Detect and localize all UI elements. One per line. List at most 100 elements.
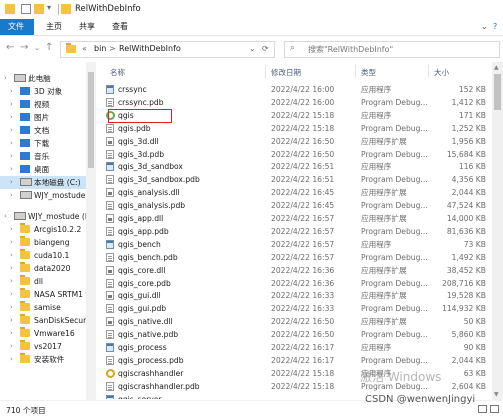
breadcrumb-overflow[interactable]: « bbox=[82, 44, 87, 53]
expand-chevron-icon[interactable]: › bbox=[10, 314, 13, 327]
file-row[interactable]: qgis_app.dll 2022/4/22 16:57 应用程序扩展 14,000 … bbox=[100, 212, 492, 225]
file-row[interactable]: qgis.pdb 2022/4/22 15:18 Program Debug... 1… bbox=[100, 122, 492, 135]
file-row[interactable]: qgis_app.pdb 2022/4/22 16:57 Program Debug… bbox=[100, 225, 492, 238]
file-row[interactable]: qgis_analysis.dll 2022/4/22 16:45 应用程序扩展 2,… bbox=[100, 186, 492, 199]
expand-chevron-icon[interactable]: › bbox=[10, 327, 13, 340]
expand-chevron-icon[interactable]: › bbox=[4, 210, 7, 223]
nav-item[interactable]: › Arcgis10.2.2 bbox=[0, 223, 95, 236]
file-list-scrollbar[interactable] bbox=[492, 62, 503, 400]
nav-item[interactable]: › 安装软件 bbox=[0, 353, 95, 366]
nav-item[interactable]: › 视频 bbox=[0, 98, 95, 111]
large-icons-view-icon[interactable] bbox=[490, 405, 499, 413]
nav-scrollbar-thumb[interactable] bbox=[88, 72, 94, 168]
nav-item[interactable]: › 本地磁盘 (C:) bbox=[0, 176, 95, 189]
nav-item[interactable]: › NASA SRTM1 v bbox=[0, 288, 95, 301]
nav-item[interactable]: › data2020 bbox=[0, 262, 95, 275]
file-row[interactable]: qgis_analysis.pdb 2022/4/22 16:45 Program … bbox=[100, 199, 492, 212]
file-row[interactable]: qgis_process.pdb 2022/4/22 16:17 Program D… bbox=[100, 354, 492, 367]
details-view-icon[interactable] bbox=[478, 405, 487, 413]
nav-item[interactable]: › 桌面 bbox=[0, 163, 95, 176]
tab-view[interactable]: 查看 bbox=[104, 19, 136, 35]
file-row[interactable]: qgis_core.dll 2022/4/22 16:36 应用程序扩展 38,452… bbox=[100, 264, 492, 277]
file-row[interactable]: qgis_3d_sandbox.pdb 2022/4/22 16:51 Progra… bbox=[100, 173, 492, 186]
help-icon[interactable]: ? bbox=[493, 22, 497, 31]
file-row[interactable]: qgis_3d.pdb 2022/4/22 16:50 Program Debug.… bbox=[100, 148, 492, 161]
scroll-down-icon[interactable]: ▼ bbox=[494, 391, 499, 398]
properties-icon[interactable] bbox=[21, 4, 31, 14]
scroll-up-icon[interactable]: ▲ bbox=[494, 64, 499, 71]
nav-item[interactable]: › dll bbox=[0, 275, 95, 288]
new-folder-icon[interactable] bbox=[34, 4, 44, 14]
column-divider[interactable] bbox=[355, 65, 356, 78]
expand-chevron-icon[interactable]: › bbox=[10, 353, 13, 366]
expand-chevron-icon[interactable]: › bbox=[10, 176, 13, 189]
expand-chevron-icon[interactable]: › bbox=[10, 301, 13, 314]
address-bar[interactable]: « bin > RelWithDebInfo ⌄ ⟳ bbox=[60, 41, 275, 58]
nav-item[interactable]: › WJY_mostude (E bbox=[0, 210, 95, 223]
recent-dropdown-icon[interactable]: ⌄ bbox=[34, 44, 40, 52]
column-divider[interactable] bbox=[428, 65, 429, 78]
quick-access-dropdown-icon[interactable]: ▾ bbox=[47, 3, 51, 12]
refresh-icon[interactable]: ⟳ bbox=[262, 44, 269, 53]
file-row[interactable]: qgis_bench.pdb 2022/4/22 16:57 Program Deb… bbox=[100, 251, 492, 264]
expand-chevron-icon[interactable]: › bbox=[10, 288, 13, 301]
breadcrumb-bin[interactable]: bin bbox=[94, 44, 106, 53]
address-dropdown-icon[interactable]: ⌄ bbox=[249, 44, 256, 53]
breadcrumb-separator[interactable]: > bbox=[109, 44, 116, 53]
forward-icon[interactable]: → bbox=[20, 42, 28, 53]
file-row[interactable]: qgis_bench 2022/4/22 16:57 应用程序 73 KB bbox=[100, 238, 492, 251]
search-box[interactable]: ⌕ 搜索"RelWithDebInfo" bbox=[284, 41, 500, 58]
nav-item[interactable]: › biangeng bbox=[0, 236, 95, 249]
column-divider[interactable] bbox=[265, 65, 266, 78]
expand-chevron-icon[interactable]: › bbox=[10, 137, 13, 150]
file-row[interactable]: qgis_native.dll 2022/4/22 16:50 应用程序扩展 50 K… bbox=[100, 315, 492, 328]
back-icon[interactable]: ← bbox=[6, 42, 14, 53]
file-row[interactable]: qgis_gui.dll 2022/4/22 16:33 应用程序扩展 19,528 … bbox=[100, 289, 492, 302]
expand-chevron-icon[interactable]: › bbox=[10, 189, 13, 202]
file-row[interactable]: qgis_native.pdb 2022/4/22 16:50 Program De… bbox=[100, 328, 492, 341]
ribbon-expand-icon[interactable]: ⌄ bbox=[481, 22, 488, 31]
file-row[interactable]: qgis_3d_sandbox 2022/4/22 16:51 应用程序 116 KB bbox=[100, 160, 492, 173]
tab-home[interactable]: 主页 bbox=[38, 19, 70, 35]
nav-item[interactable]: › 音乐 bbox=[0, 150, 95, 163]
nav-item[interactable]: › 3D 对象 bbox=[0, 85, 95, 98]
expand-chevron-icon[interactable]: › bbox=[10, 163, 13, 176]
nav-item[interactable]: › samise bbox=[0, 301, 95, 314]
file-row[interactable]: qgis_gui.pdb 2022/4/22 16:33 Program Debug… bbox=[100, 302, 492, 315]
tab-file[interactable]: 文件 bbox=[0, 19, 34, 35]
nav-item[interactable]: › vs2017 bbox=[0, 340, 95, 353]
nav-item[interactable]: › SanDiskSecure bbox=[0, 314, 95, 327]
nav-item[interactable]: › 此电脑 bbox=[0, 72, 95, 85]
nav-item[interactable]: › Vmware16 bbox=[0, 327, 95, 340]
expand-chevron-icon[interactable]: › bbox=[10, 262, 13, 275]
nav-item[interactable]: › 文档 bbox=[0, 124, 95, 137]
expand-chevron-icon[interactable]: › bbox=[10, 98, 13, 111]
expand-chevron-icon[interactable]: › bbox=[10, 111, 13, 124]
file-row[interactable]: crssync.pdb 2022/4/22 16:00 Program Debug.… bbox=[100, 96, 492, 109]
up-icon[interactable]: ↑ bbox=[45, 42, 53, 53]
nav-item[interactable]: › 下载 bbox=[0, 137, 95, 150]
expand-chevron-icon[interactable]: › bbox=[10, 223, 13, 236]
column-date[interactable]: 修改日期 bbox=[271, 67, 301, 78]
nav-item[interactable]: › WJY_mostude ( bbox=[0, 189, 95, 202]
file-row[interactable]: qgis_3d.dll 2022/4/22 16:50 应用程序扩展 1,956 KB bbox=[100, 135, 492, 148]
nav-item[interactable]: › cuda10.1 bbox=[0, 249, 95, 262]
expand-chevron-icon[interactable]: › bbox=[10, 150, 13, 163]
expand-chevron-icon[interactable]: › bbox=[10, 236, 13, 249]
file-list-scrollbar-thumb[interactable] bbox=[494, 74, 501, 110]
column-name[interactable]: 名称 bbox=[110, 67, 125, 78]
nav-item[interactable]: › 图片 bbox=[0, 111, 95, 124]
tab-share[interactable]: 共享 bbox=[71, 19, 103, 35]
expand-chevron-icon[interactable]: › bbox=[4, 72, 7, 85]
expand-chevron-icon[interactable]: › bbox=[10, 124, 13, 137]
file-row[interactable]: qgis_core.pdb 2022/4/22 16:36 Program Debu… bbox=[100, 277, 492, 290]
breadcrumb-current[interactable]: RelWithDebInfo bbox=[119, 44, 181, 53]
file-row[interactable]: qgis_process 2022/4/22 16:17 应用程序 90 KB bbox=[100, 341, 492, 354]
expand-chevron-icon[interactable]: › bbox=[10, 275, 13, 288]
column-type[interactable]: 类型 bbox=[361, 67, 376, 78]
file-row[interactable]: crssync 2022/4/22 16:00 应用程序 152 KB bbox=[100, 83, 492, 96]
expand-chevron-icon[interactable]: › bbox=[10, 340, 13, 353]
expand-chevron-icon[interactable]: › bbox=[10, 85, 13, 98]
column-size[interactable]: 大小 bbox=[434, 67, 449, 78]
expand-chevron-icon[interactable]: › bbox=[10, 249, 13, 262]
